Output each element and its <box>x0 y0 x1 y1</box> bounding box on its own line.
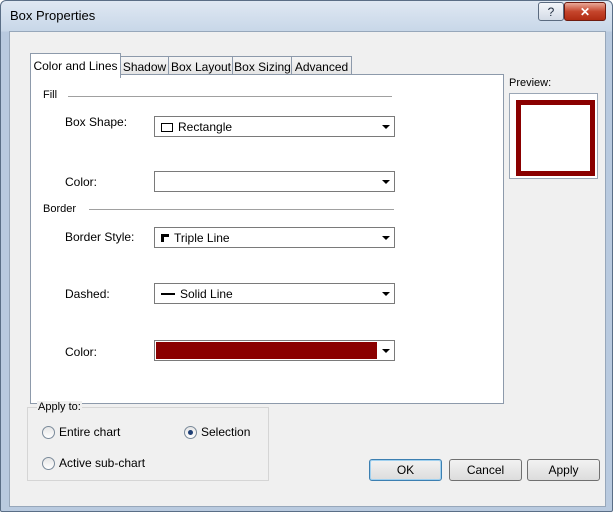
tab-box-layout[interactable]: Box Layout <box>168 56 234 76</box>
tab-panel: Fill Box Shape: Rectangle Color: Border … <box>30 74 504 404</box>
radio-indicator[interactable] <box>184 425 197 439</box>
border-style-label: Border Style: <box>65 230 135 244</box>
radio-selection[interactable]: Selection <box>184 425 250 439</box>
fill-group-label: Fill <box>43 89 58 101</box>
chevron-down-icon[interactable] <box>379 229 393 246</box>
border-color-swatch <box>156 342 377 359</box>
fill-color-select[interactable] <box>154 171 395 192</box>
chevron-down-icon[interactable] <box>379 342 393 359</box>
help-button[interactable]: ? <box>538 2 564 21</box>
dialog-client-area: Shadow Box Layout Box Sizing Advanced Co… <box>9 31 606 507</box>
radio-indicator[interactable] <box>42 425 55 439</box>
fill-divider <box>68 96 392 97</box>
close-button[interactable]: ✕ <box>564 2 606 21</box>
box-shape-select[interactable]: Rectangle <box>154 116 395 137</box>
apply-button[interactable]: Apply <box>527 459 600 481</box>
dashed-value: Solid Line <box>180 287 233 301</box>
tab-shadow[interactable]: Shadow <box>119 56 170 76</box>
chevron-down-icon[interactable] <box>379 285 393 302</box>
preview-label: Preview: <box>509 77 552 89</box>
radio-indicator[interactable] <box>42 456 55 470</box>
tab-advanced[interactable]: Advanced <box>291 56 352 76</box>
box-shape-label: Box Shape: <box>65 115 128 129</box>
preview-box <box>509 93 598 179</box>
dashed-label: Dashed: <box>65 287 110 301</box>
preview-border-sample <box>516 100 595 176</box>
dashed-select[interactable]: Solid Line <box>154 283 395 304</box>
fill-color-label: Color: <box>65 175 98 189</box>
border-color-select[interactable] <box>154 340 395 361</box>
chevron-down-icon[interactable] <box>379 173 393 190</box>
solid-line-icon <box>161 293 175 295</box>
apply-to-title: Apply to: <box>37 401 82 413</box>
border-color-label: Color: <box>65 345 98 359</box>
ok-button[interactable]: OK <box>369 459 442 481</box>
radio-active-sub-chart-label: Active sub-chart <box>59 456 146 470</box>
tab-color-and-lines[interactable]: Color and Lines <box>30 53 121 78</box>
radio-active-sub-chart[interactable]: Active sub-chart <box>42 456 145 470</box>
chevron-down-icon[interactable] <box>379 118 393 135</box>
border-style-select[interactable]: Triple Line <box>154 227 395 248</box>
radio-entire-chart[interactable]: Entire chart <box>42 425 120 439</box>
radio-entire-chart-label: Entire chart <box>59 425 121 439</box>
rectangle-icon <box>161 122 173 132</box>
triple-line-icon <box>161 234 169 242</box>
cancel-button[interactable]: Cancel <box>449 459 522 481</box>
dialog-window: Box Properties ? ✕ Shadow Box Layout Box… <box>0 0 613 512</box>
border-style-value: Triple Line <box>174 231 230 245</box>
border-group-label: Border <box>43 203 77 215</box>
border-divider <box>89 209 394 210</box>
box-shape-value: Rectangle <box>178 120 233 134</box>
tab-box-sizing[interactable]: Box Sizing <box>232 56 293 76</box>
window-title: Box Properties <box>10 8 96 23</box>
radio-selection-label: Selection <box>201 425 251 439</box>
